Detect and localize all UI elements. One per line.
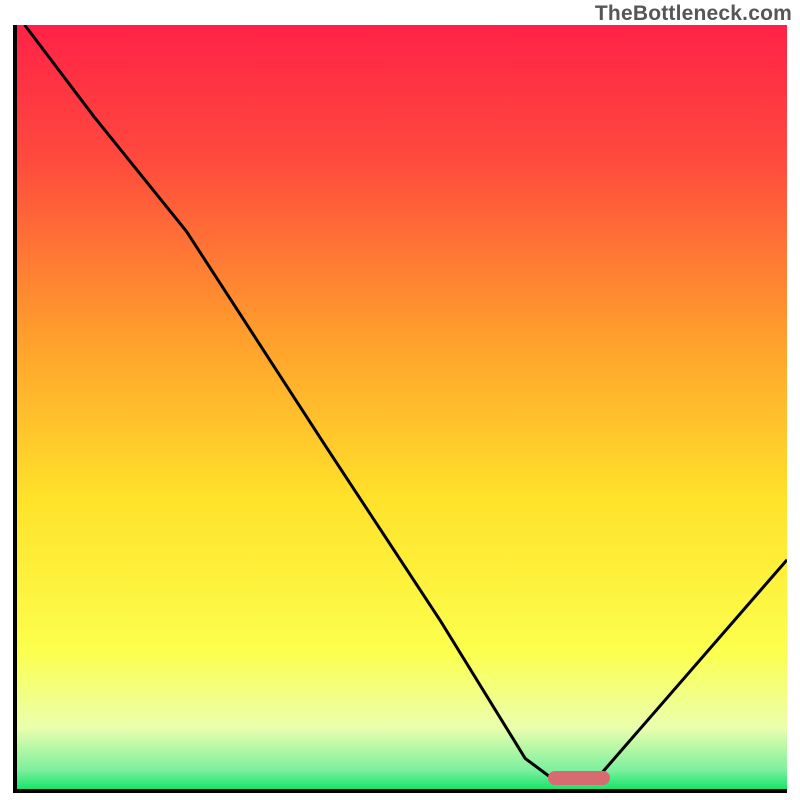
attribution-label: TheBottleneck.com xyxy=(595,2,792,26)
optimum-marker xyxy=(548,771,610,785)
chart-plot-area xyxy=(17,25,787,789)
chart-svg xyxy=(17,25,787,789)
chart-gradient-background xyxy=(17,25,787,789)
